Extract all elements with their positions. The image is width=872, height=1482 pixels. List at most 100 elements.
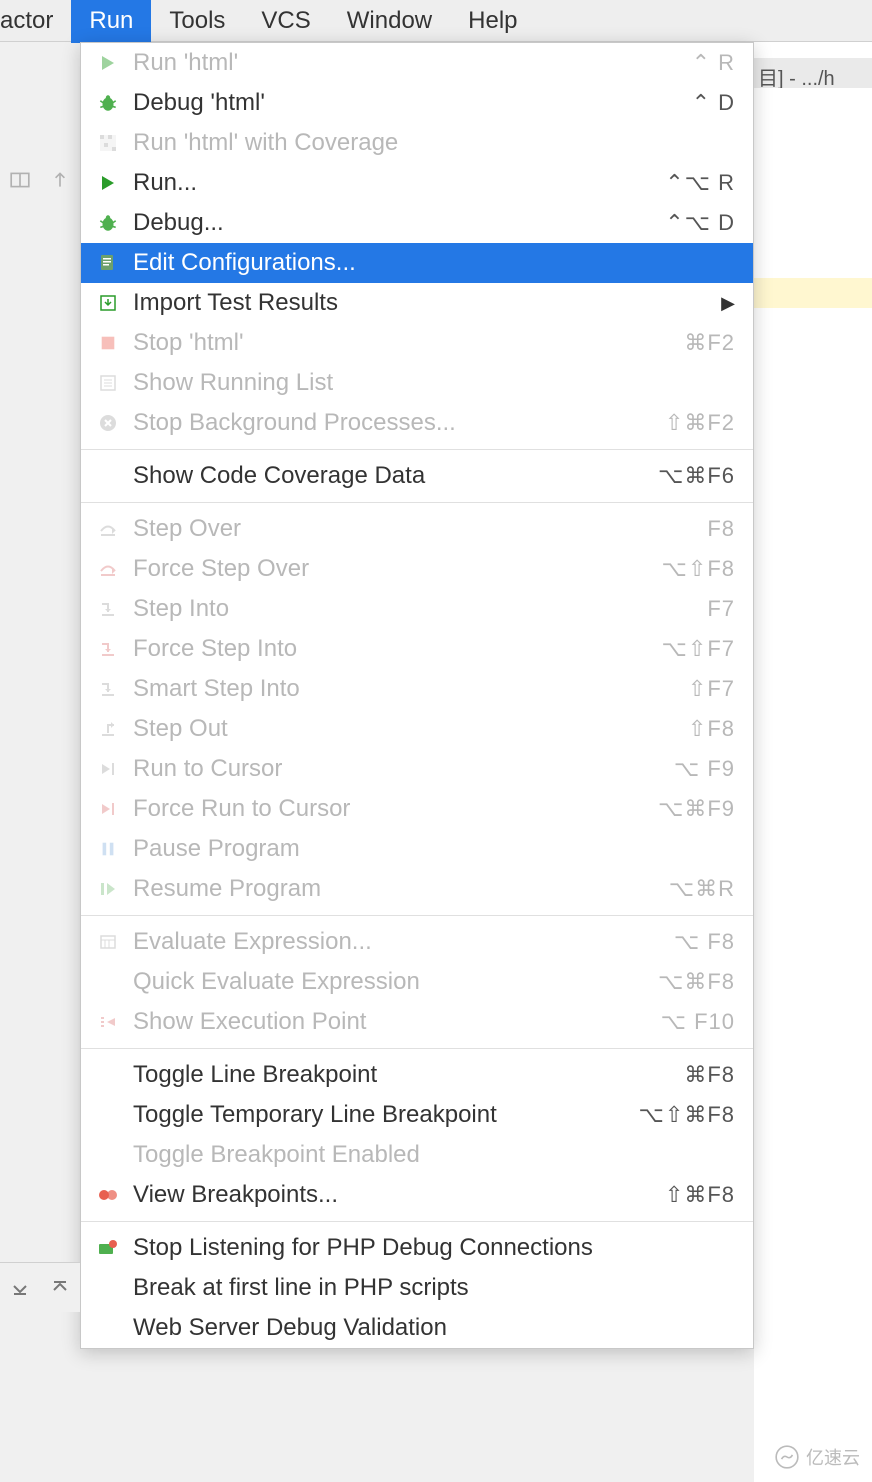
menu-item-label: Quick Evaluate Expression — [133, 968, 658, 996]
menu-item: Step Out⇧F8 — [81, 709, 753, 749]
menu-item-label: Web Server Debug Validation — [133, 1314, 735, 1342]
menu-item[interactable]: Debug 'html'⌃ D — [81, 83, 753, 123]
menu-item: Step IntoF7 — [81, 589, 753, 629]
menu-item[interactable]: View Breakpoints...⇧⌘F8 — [81, 1175, 753, 1215]
stop-icon — [93, 330, 123, 356]
play-icon — [93, 50, 123, 76]
submenu-arrow-icon: ▶ — [721, 293, 735, 314]
menu-item-label: Stop Background Processes... — [133, 409, 665, 437]
menu-item-label: Show Code Coverage Data — [133, 462, 658, 490]
icon-placeholder — [93, 1315, 123, 1341]
left-toolbar — [0, 160, 80, 200]
menubar-item-refactor[interactable]: actor — [0, 0, 71, 43]
run-menu-dropdown: Run 'html'⌃ RDebug 'html'⌃ D Run 'html' w… — [80, 42, 754, 1349]
menubar-item-window[interactable]: Window — [329, 0, 450, 43]
arrow-up-icon[interactable] — [50, 1278, 70, 1298]
icon-placeholder — [93, 1102, 123, 1128]
menu-item-label: Toggle Breakpoint Enabled — [133, 1141, 735, 1169]
menu-item[interactable]: Show Code Coverage Data⌥⌘F6 — [81, 456, 753, 496]
icon-placeholder — [93, 969, 123, 995]
menu-item-label: Stop Listening for PHP Debug Connections — [133, 1234, 735, 1262]
coverage-icon — [93, 130, 123, 156]
force-step-over-icon — [93, 556, 123, 582]
bug-icon — [93, 210, 123, 236]
menu-item[interactable]: Web Server Debug Validation — [81, 1308, 753, 1348]
watermark-icon — [774, 1444, 800, 1470]
menu-item-label: Toggle Line Breakpoint — [133, 1061, 684, 1089]
arrow-down-icon[interactable] — [10, 1278, 30, 1298]
menu-item[interactable]: Import Test Results▶ — [81, 283, 753, 323]
menu-item-label: Run to Cursor — [133, 755, 674, 783]
smart-step-into-icon — [93, 676, 123, 702]
menu-item[interactable]: Debug...⌃⌥ D — [81, 203, 753, 243]
step-out-icon — [93, 716, 123, 742]
menu-item: Step OverF8 — [81, 509, 753, 549]
menu-item-label: Evaluate Expression... — [133, 928, 674, 956]
menu-item[interactable]: Toggle Line Breakpoint⌘F8 — [81, 1055, 753, 1095]
menu-item: Pause Program — [81, 829, 753, 869]
menu-item[interactable]: Edit Configurations... — [81, 243, 753, 283]
icon-placeholder — [93, 463, 123, 489]
menu-item-shortcut: ⌥⌘R — [669, 876, 735, 902]
split-icon[interactable] — [9, 169, 31, 191]
menu-item: Force Run to Cursor⌥⌘F9 — [81, 789, 753, 829]
edit-config-icon — [93, 250, 123, 276]
icon-placeholder — [93, 1275, 123, 1301]
execution-point-icon — [93, 1009, 123, 1035]
menu-item-label: Smart Step Into — [133, 675, 688, 703]
menu-item[interactable]: Toggle Temporary Line Breakpoint⌥⇧⌘F8 — [81, 1095, 753, 1135]
pause-icon — [93, 836, 123, 862]
collapse-icon[interactable] — [49, 169, 71, 191]
menu-item-label: Force Step Into — [133, 635, 662, 663]
menu-item-shortcut: ⌥ F9 — [674, 756, 735, 782]
menu-item-shortcut: ⇧F8 — [688, 716, 735, 742]
menu-item: Force Step Into⌥⇧F7 — [81, 629, 753, 669]
menu-item: Run 'html'⌃ R — [81, 43, 753, 83]
menubar-item-help[interactable]: Help — [450, 0, 535, 43]
editor-area — [754, 42, 872, 1482]
menu-item-label: Show Running List — [133, 369, 735, 397]
icon-placeholder — [93, 1062, 123, 1088]
menubar-item-vcs[interactable]: VCS — [243, 0, 328, 43]
menu-item: Show Running List — [81, 363, 753, 403]
menubar-item-run[interactable]: Run — [71, 0, 151, 43]
menu-separator — [81, 502, 753, 503]
menu-item: Show Execution Point⌥ F10 — [81, 1002, 753, 1042]
menu-item-shortcut: ⌥⌘F9 — [658, 796, 735, 822]
list-icon — [93, 370, 123, 396]
menu-item: Smart Step Into⇧F7 — [81, 669, 753, 709]
resume-icon — [93, 876, 123, 902]
menu-item-label: Force Run to Cursor — [133, 795, 658, 823]
menu-item-label: Break at first line in PHP scripts — [133, 1274, 735, 1302]
menu-item-shortcut: ⇧⌘F2 — [665, 410, 735, 436]
menu-item: Resume Program⌥⌘R — [81, 869, 753, 909]
menu-item-label: Step Out — [133, 715, 688, 743]
menu-item-shortcut: ⌥⌘F8 — [658, 969, 735, 995]
menu-item-shortcut: ⌥⇧F7 — [662, 636, 735, 662]
step-over-icon — [93, 516, 123, 542]
menu-item: Run to Cursor⌥ F9 — [81, 749, 753, 789]
menu-item[interactable]: Break at first line in PHP scripts — [81, 1268, 753, 1308]
menu-item: Force Step Over⌥⇧F8 — [81, 549, 753, 589]
watermark: 亿速云 — [774, 1444, 860, 1470]
menu-item-label: Run 'html' with Coverage — [133, 129, 735, 157]
menu-item[interactable]: Stop Listening for PHP Debug Connections — [81, 1228, 753, 1268]
import-icon — [93, 290, 123, 316]
bug-icon — [93, 90, 123, 116]
menu-item-shortcut: ⌃⌥ R — [665, 170, 735, 196]
menu-item: Quick Evaluate Expression⌥⌘F8 — [81, 962, 753, 1002]
evaluate-icon — [93, 929, 123, 955]
menu-separator — [81, 915, 753, 916]
menu-item-label: Force Step Over — [133, 555, 662, 583]
editor-tab-partial: 目] - .../h — [754, 58, 872, 88]
menu-item-label: Step Into — [133, 595, 707, 623]
menu-item-label: Run... — [133, 169, 665, 197]
menu-separator — [81, 1221, 753, 1222]
menu-item: Toggle Breakpoint Enabled — [81, 1135, 753, 1175]
menubar-item-tools[interactable]: Tools — [151, 0, 243, 43]
menu-item-label: Toggle Temporary Line Breakpoint — [133, 1101, 639, 1129]
menu-item-label: Edit Configurations... — [133, 249, 735, 277]
menu-item[interactable]: Run...⌃⌥ R — [81, 163, 753, 203]
menu-item-shortcut: ⌘F8 — [684, 1062, 735, 1088]
menu-item-label: Import Test Results — [133, 289, 721, 317]
